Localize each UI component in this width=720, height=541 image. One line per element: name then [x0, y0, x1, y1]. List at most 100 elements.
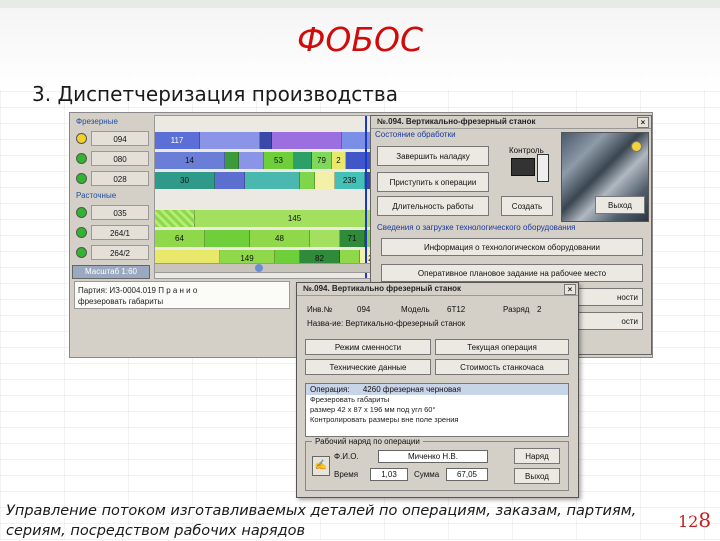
window-title: №.094. Вертикально фрезерный станок × — [297, 283, 578, 296]
window-title: №.094. Вертикально-фрезерный станок × — [371, 116, 651, 129]
gantt-bar[interactable] — [239, 152, 264, 169]
group-label-boring: Расточные — [76, 191, 117, 200]
gantt-bar[interactable]: 30 — [155, 172, 215, 189]
sum-label: Сумма — [414, 470, 440, 479]
gantt-bar[interactable]: 71 — [340, 230, 365, 247]
inv-value: 094 — [357, 305, 371, 314]
time-label: Время — [334, 470, 359, 479]
machine-name: Назва-ие: Вертикально-фрезерный станок — [307, 319, 466, 328]
current-time-marker — [365, 116, 367, 278]
status-green-icon — [76, 153, 87, 164]
operation-panel: Операция: 4260 фрезерная черновая Фрезер… — [305, 383, 569, 437]
machine-id: 028 — [91, 171, 149, 186]
machine-list: Фрезерные 094 080 028 Расточные 035 264/… — [72, 115, 154, 263]
machine-row[interactable]: 264/2 — [72, 243, 154, 262]
machine-id: 035 — [91, 205, 149, 220]
status-green-icon — [76, 173, 87, 184]
sum-field[interactable]: 67,05 — [446, 468, 488, 481]
page-number: 128 — [678, 508, 711, 532]
machine-row[interactable]: 094 — [72, 129, 154, 148]
order-button[interactable]: Наряд — [514, 448, 560, 464]
operation-text-line: Контролировать размеры вне поле зрения — [310, 415, 459, 424]
extra-button-1[interactable]: ности — [571, 288, 643, 306]
slide-subtitle: 3. Диспетчеризация производства — [32, 82, 398, 106]
load-panel-header: Сведения о загрузке технологического обо… — [377, 223, 576, 232]
gantt-row: 14 53 79 2 — [155, 152, 386, 169]
work-order-label: Рабочий наряд по операции — [312, 437, 423, 446]
gantt-bar[interactable]: 2 — [332, 152, 346, 169]
operation-text-line: Фрезеровать габариты — [310, 395, 390, 404]
hour-cost-button[interactable]: Стоимость станкочаса — [435, 359, 569, 375]
gantt-bar[interactable]: 238 — [335, 172, 365, 189]
gantt-bar[interactable]: 53 — [264, 152, 294, 169]
gantt-bar[interactable] — [315, 172, 335, 189]
status-green-icon — [76, 227, 87, 238]
finish-setup-button[interactable]: Завершить наладку — [377, 146, 489, 166]
machine-id: 094 — [91, 131, 149, 146]
indicator-lamp-icon — [631, 141, 642, 152]
model-label: Модель — [401, 305, 430, 314]
time-field[interactable]: 1,03 — [370, 468, 408, 481]
shift-mode-button[interactable]: Режим сменности — [305, 339, 431, 355]
machine-detail-window: №.094. Вертикально фрезерный станок × Инв… — [296, 282, 579, 498]
status-green-icon — [76, 207, 87, 218]
plan-task-button[interactable]: Оперативное плановое задание на рабочее … — [381, 264, 643, 282]
exit-button[interactable]: Выход — [595, 196, 645, 214]
gantt-bar[interactable]: 79 — [312, 152, 332, 169]
worker-icon[interactable]: ✍ — [312, 456, 330, 476]
gantt-bar[interactable] — [294, 152, 312, 169]
worker-label: Ф.И.О. — [334, 452, 359, 461]
page-number-part: 8 — [698, 508, 712, 532]
monitor-icon — [511, 158, 535, 176]
gantt-bar[interactable] — [200, 132, 260, 149]
gantt-bar[interactable] — [215, 172, 245, 189]
machine-id: 264/1 — [91, 225, 149, 240]
gantt-bar[interactable] — [260, 132, 272, 149]
status-yellow-icon — [76, 133, 87, 144]
page-number-part: 12 — [678, 512, 699, 531]
gantt-bar[interactable]: 117 — [155, 132, 200, 149]
gantt-bar[interactable] — [272, 132, 342, 149]
gantt-bar[interactable] — [245, 172, 300, 189]
gantt-bar[interactable] — [310, 230, 340, 247]
gantt-bar[interactable] — [300, 172, 315, 189]
machine-row[interactable]: 264/1 — [72, 223, 154, 242]
gantt-bar[interactable] — [225, 152, 239, 169]
current-operation-button[interactable]: Текущая операция — [435, 339, 569, 355]
gantt-bar[interactable] — [205, 230, 250, 247]
gantt-bar[interactable]: 48 — [250, 230, 310, 247]
close-icon[interactable]: × — [637, 117, 649, 128]
gantt-bar[interactable]: 64 — [155, 230, 205, 247]
gantt-bar[interactable]: 14 — [155, 152, 225, 169]
close-icon[interactable]: × — [564, 284, 576, 295]
equipment-info-button[interactable]: Информация о технологическом оборудовани… — [381, 238, 643, 256]
operation-header: Операция: 4260 фрезерная черновая — [306, 384, 568, 395]
machine-row[interactable]: 080 — [72, 149, 154, 168]
group-label-milling: Фрезерные — [76, 117, 118, 126]
machine-row[interactable]: 035 — [72, 203, 154, 222]
status-green-icon — [76, 247, 87, 258]
extra-button-2[interactable]: ости — [571, 312, 643, 330]
slide-caption: Управление потоком изготавливаемых детал… — [6, 503, 637, 539]
window-title-text: №.094. Вертикально фрезерный станок — [303, 284, 462, 293]
switch-icon[interactable] — [537, 154, 549, 182]
rank-value: 2 — [537, 305, 542, 314]
batch-info-line: фрезеровать габариты — [78, 297, 164, 306]
operation-text-line: размер 42 х 87 х 196 мм под угл 60° — [310, 405, 436, 414]
scale-button[interactable]: Масштаб 1:60 — [72, 265, 150, 279]
scroll-thumb[interactable] — [255, 264, 263, 272]
create-button[interactable]: Создать — [501, 196, 553, 216]
start-operation-button[interactable]: Приступить к операции — [377, 172, 489, 192]
gantt-row: 145 — [155, 210, 395, 227]
machine-id: 264/2 — [91, 245, 149, 260]
inv-label: Инв.№ — [307, 305, 333, 314]
machine-row[interactable]: 028 — [72, 169, 154, 188]
tech-data-button[interactable]: Технические данные — [305, 359, 431, 375]
exit-button[interactable]: Выход — [514, 468, 560, 484]
machine-id: 080 — [91, 151, 149, 166]
work-duration-button[interactable]: Длительность работы — [377, 196, 489, 216]
gantt-bar[interactable] — [155, 210, 195, 227]
worker-field[interactable]: Миченко Н.В. — [378, 450, 488, 463]
top-toolbar-strip — [0, 0, 720, 8]
operation-label: Операция: — [310, 385, 350, 394]
